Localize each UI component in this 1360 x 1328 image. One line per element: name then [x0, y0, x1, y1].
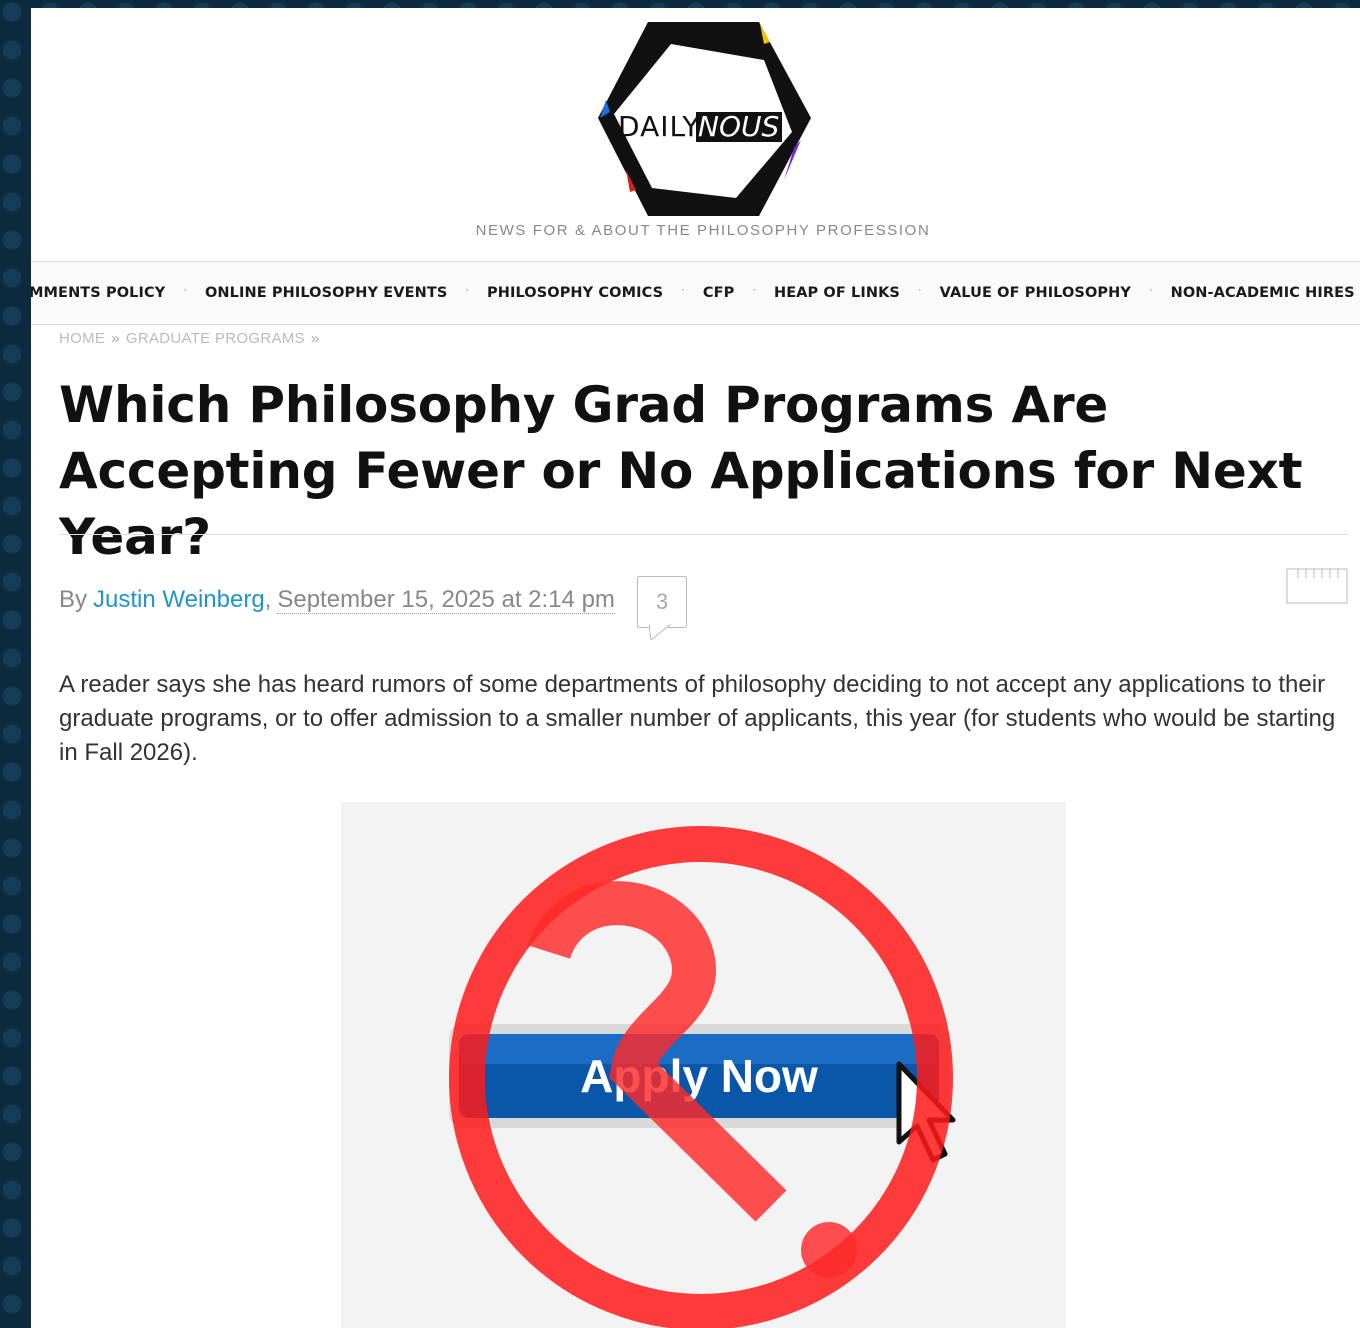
nav-item-non-academic-hires[interactable]: NON-ACADEMIC HIRES — [1171, 285, 1355, 301]
article-title: Which Philosophy Grad Programs Are Accep… — [59, 376, 1303, 566]
breadcrumb-separator: » — [111, 330, 120, 347]
breadcrumb: HOME » GRADUATE PROGRAMS » — [59, 330, 326, 347]
share-icon[interactable] — [1286, 568, 1348, 604]
breadcrumb-separator: » — [310, 330, 320, 347]
site-tagline: NEWS FOR & ABOUT THE PHILOSOPHY PROFESSI… — [475, 222, 931, 239]
nav-item-comments-policy[interactable]: MMENTS POLICY — [31, 285, 165, 301]
title-divider — [59, 534, 1348, 535]
breadcrumb-section-link[interactable]: GRADUATE PROGRAMS — [126, 330, 305, 347]
nav-item-philosophy-comics[interactable]: PHILOSOPHY COMICS — [487, 285, 663, 301]
nav-item-online-philosophy-events[interactable]: ONLINE PHILOSOPHY EVENTS — [205, 285, 447, 301]
nav-separator: · — [1148, 284, 1153, 296]
comment-count-button[interactable]: 3 — [637, 576, 687, 628]
nav-item-value-of-philosophy[interactable]: VALUE OF PHILOSOPHY — [940, 285, 1131, 301]
comment-bubble-icon — [649, 624, 671, 640]
nav-item-heap-of-links[interactable]: HEAP OF LINKS — [774, 285, 900, 301]
author-link[interactable]: Justin Weinberg — [93, 586, 265, 614]
logo-text-daily: DAILY — [618, 110, 700, 143]
nav-item-cfp[interactable]: CFP — [703, 285, 734, 301]
comment-count: 3 — [655, 589, 669, 614]
nav-separator: · — [183, 284, 187, 296]
featured-image: Apply Now — [341, 802, 1066, 1328]
byline-prefix: By — [59, 586, 88, 613]
article-byline: By Justin Weinberg, September 15, 2025 a… — [59, 586, 615, 614]
article-page: DAILY NOUS NEWS FOR & ABOUT THE PHILOSOP… — [31, 8, 1360, 1328]
site-header: DAILY NOUS NEWS FOR & ABOUT THE PHILOSOP… — [31, 8, 1360, 261]
site-logo[interactable]: DAILY NOUS — [596, 20, 811, 220]
logo-text-nous: NOUS — [698, 110, 779, 143]
breadcrumb-home-link[interactable]: HOME — [59, 330, 105, 347]
nav-separator: · — [465, 284, 470, 296]
nav-separator: · — [681, 284, 685, 296]
byline-comma: , — [264, 586, 272, 613]
nav-separator: · — [917, 284, 922, 296]
nav-separator: · — [752, 284, 756, 296]
article-body-paragraph: A reader says she has heard rumors of so… — [59, 671, 1336, 766]
main-navigation: MMENTS POLICY · ONLINE PHILOSOPHY EVENTS… — [31, 261, 1360, 325]
publish-date: September 15, 2025 at 2:14 pm — [277, 585, 615, 614]
